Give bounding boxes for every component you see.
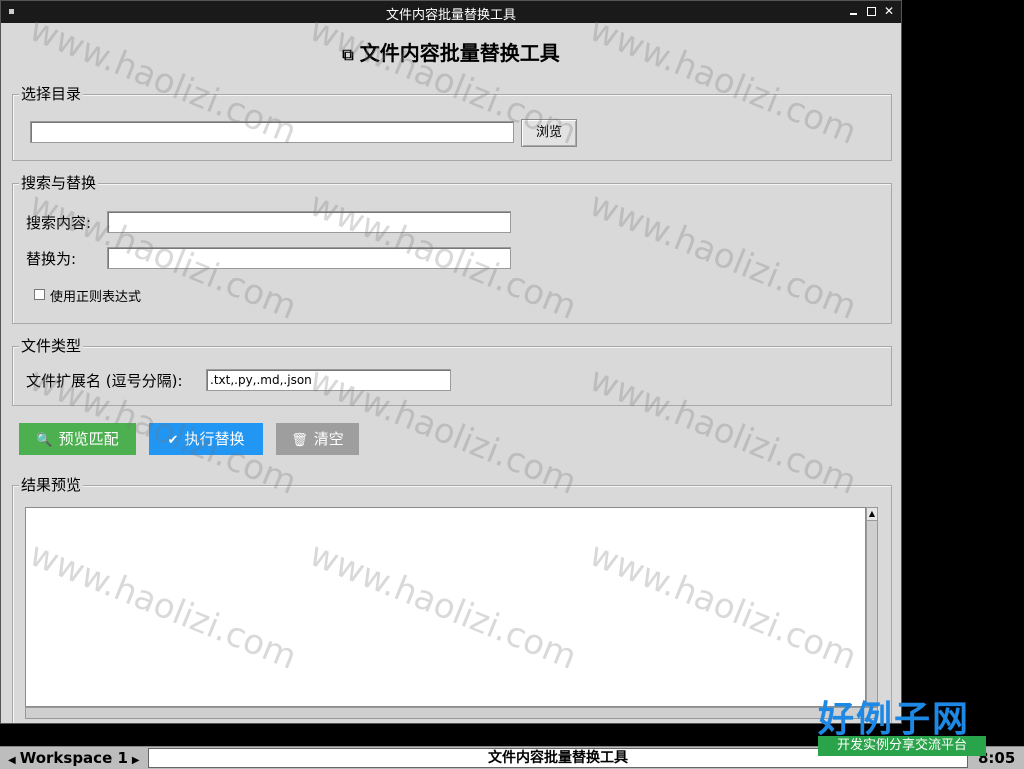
app-window: 文件内容批量替换工具 ✕ ⧉ 文件内容批量替换工具 选择目录 浏览 搜索与替换 搜… <box>0 0 902 724</box>
execute-button-label: 执行替换 <box>184 430 245 448</box>
extension-label: 文件扩展名 (逗号分隔): <box>26 372 183 390</box>
logo-sub-text: 开发实例分享交流平台 <box>818 736 986 756</box>
workspace-switcher[interactable]: ◀ Workspace 1 ▶ <box>4 749 144 767</box>
workspace-next-icon[interactable]: ▶ <box>132 755 140 766</box>
execute-button[interactable]: ✔ 执行替换 <box>149 423 263 455</box>
maximize-icon[interactable] <box>865 4 877 18</box>
directory-group-label: 选择目录 <box>19 85 84 103</box>
results-textarea[interactable] <box>25 507 866 707</box>
window-titlebar[interactable]: 文件内容批量替换工具 ✕ <box>1 1 901 23</box>
results-vertical-scrollbar[interactable]: ▲ <box>866 507 878 707</box>
workspace-label: Workspace 1 <box>19 749 128 767</box>
regex-checkbox[interactable] <box>34 289 45 300</box>
search-replace-group-label: 搜索与替换 <box>19 174 99 192</box>
search-input[interactable] <box>107 211 511 233</box>
page-title-text: 文件内容批量替换工具 <box>359 41 560 65</box>
file-type-group-label: 文件类型 <box>19 337 84 355</box>
browse-button[interactable]: 浏览 <box>521 119 577 147</box>
workspace-prev-icon[interactable]: ◀ <box>8 755 16 766</box>
site-logo: 好例子网 开发实例分享交流平台 <box>818 690 990 758</box>
search-icon: 🔍 <box>36 433 53 448</box>
logo-main-text: 好例子网 <box>818 699 971 740</box>
preview-button[interactable]: 🔍 预览匹配 <box>19 423 136 455</box>
directory-path-input[interactable] <box>30 121 514 143</box>
check-icon: ✔ <box>167 433 179 448</box>
clear-button-label: 清空 <box>313 430 344 448</box>
window-title: 文件内容批量替换工具 <box>385 8 516 23</box>
results-horizontal-scrollbar[interactable] <box>25 707 878 719</box>
close-icon[interactable]: ✕ <box>883 4 895 18</box>
preview-button-label: 预览匹配 <box>58 430 119 448</box>
replace-input[interactable] <box>107 247 511 269</box>
replace-label: 替换为: <box>26 250 77 268</box>
search-label: 搜索内容: <box>26 214 92 232</box>
scroll-up-icon[interactable]: ▲ <box>867 508 877 521</box>
minimize-icon[interactable] <box>847 4 859 18</box>
clear-button[interactable]: 🗑 清空 <box>276 423 359 455</box>
trash-icon: 🗑 <box>291 433 308 448</box>
app-icon: ⧉ <box>342 45 354 64</box>
results-group-label: 结果预览 <box>19 476 84 494</box>
page-title: ⧉ 文件内容批量替换工具 <box>1 37 901 66</box>
extension-input[interactable]: .txt,.py,.md,.json <box>206 369 451 391</box>
regex-label[interactable]: 使用正则表达式 <box>50 286 141 305</box>
